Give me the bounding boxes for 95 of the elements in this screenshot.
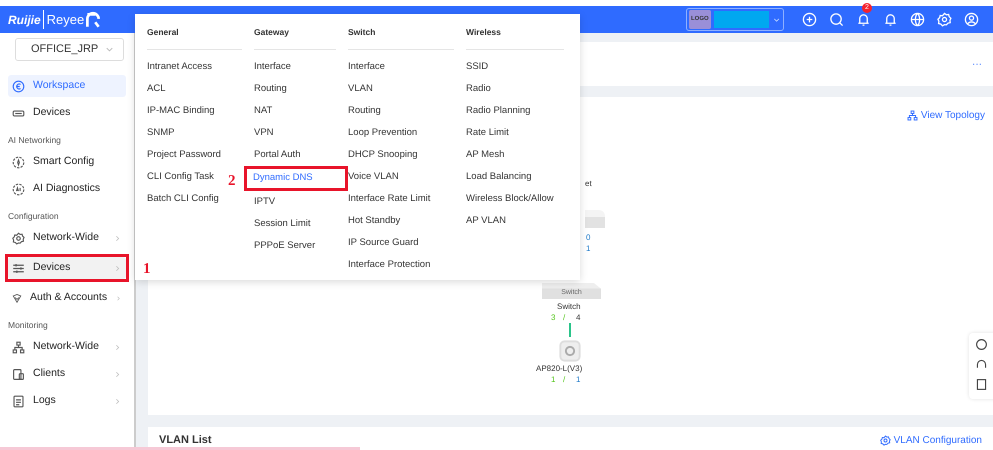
menu-item[interactable]: Interface bbox=[254, 56, 291, 78]
search-icon[interactable] bbox=[829, 12, 844, 27]
logo-name-fill bbox=[714, 11, 769, 28]
port-count: 1 bbox=[551, 374, 556, 386]
device-name: AP820-L(V3) bbox=[536, 363, 582, 375]
brand-logo: Ruijie bbox=[8, 12, 41, 28]
sidebar-item[interactable]: Clients bbox=[8, 363, 126, 385]
menu-item[interactable]: Rate Limit bbox=[466, 122, 509, 144]
menu-item[interactable]: Routing bbox=[348, 100, 381, 122]
bell-icon[interactable] bbox=[883, 12, 898, 27]
sidebar-item[interactable]: Devices bbox=[8, 257, 126, 279]
menu-item[interactable]: Portal Auth bbox=[254, 144, 300, 166]
column-heading: Wireless bbox=[466, 26, 564, 50]
user-icon[interactable] bbox=[964, 12, 979, 27]
menu-item[interactable]: IPTV bbox=[254, 190, 276, 213]
section-label: Configuration bbox=[8, 210, 60, 223]
section-title: VLAN List bbox=[159, 432, 212, 448]
menu-item[interactable]: NAT bbox=[254, 100, 272, 122]
section-label: Monitoring bbox=[8, 318, 49, 332]
menu-item[interactable]: Interface bbox=[348, 56, 385, 78]
annotation-number: 2 bbox=[228, 172, 236, 191]
menu-item[interactable]: Intranet Access bbox=[147, 56, 212, 78]
annotation-number: 1 bbox=[143, 260, 150, 279]
view-topology-link[interactable]: View Topology bbox=[907, 108, 985, 123]
sidebar-item[interactable]: AI Diagnostics bbox=[8, 178, 126, 200]
count-separator: / bbox=[563, 374, 566, 386]
menu-item[interactable]: Interface Protection bbox=[348, 254, 430, 276]
menu-item[interactable]: IP Source Guard bbox=[348, 232, 419, 254]
menu-item[interactable]: Project Password bbox=[147, 144, 221, 166]
project-name: OFFICE_JRP bbox=[31, 42, 98, 58]
menu-item[interactable]: Hot Standby bbox=[348, 210, 400, 232]
sidebar-item[interactable]: Auth & Accounts bbox=[8, 287, 126, 309]
menu-item[interactable]: Radio Planning bbox=[466, 100, 530, 122]
column-heading: Gateway bbox=[254, 26, 336, 50]
menu-item[interactable]: Routing bbox=[254, 78, 287, 100]
access-point-icon bbox=[559, 340, 581, 362]
menu-item[interactable]: Batch CLI Config bbox=[147, 188, 219, 210]
menu-item[interactable]: VLAN bbox=[348, 78, 373, 100]
menu-item[interactable]: Interface Rate Limit bbox=[348, 188, 430, 210]
menu-item[interactable]: VPN bbox=[254, 122, 274, 144]
settings-icon bbox=[880, 434, 891, 446]
menu-item[interactable]: ACL bbox=[147, 78, 166, 100]
port-count: 1 bbox=[576, 374, 580, 386]
menu-item[interactable]: SNMP bbox=[147, 122, 174, 144]
port-count: 1 bbox=[586, 243, 590, 255]
shield-icon bbox=[12, 292, 22, 304]
menu-item[interactable]: Radio bbox=[466, 78, 491, 100]
brand-logo: Reyee bbox=[42, 10, 84, 30]
device-label: et bbox=[585, 178, 592, 190]
menu-item[interactable]: Load Balancing bbox=[466, 166, 532, 188]
logs-icon bbox=[12, 394, 25, 408]
add-icon[interactable] bbox=[802, 12, 817, 27]
device-icon bbox=[585, 210, 605, 228]
link-line bbox=[569, 323, 571, 337]
settings-icon[interactable] bbox=[937, 12, 952, 27]
menu-item[interactable]: Voice VLAN bbox=[348, 166, 399, 188]
sidebar-item[interactable]: Network-Wide bbox=[8, 227, 126, 249]
bell-icon[interactable] bbox=[856, 12, 871, 27]
device-name: Switch bbox=[557, 301, 581, 313]
sidebar-item[interactable]: Workspace bbox=[8, 75, 126, 97]
menu-item[interactable]: Wireless Block/Allow bbox=[466, 188, 554, 210]
port-count: 4 bbox=[576, 312, 580, 324]
r-logo-icon bbox=[84, 10, 102, 28]
workspace-icon bbox=[12, 80, 25, 92]
project-select[interactable]: OFFICE_JRP bbox=[15, 38, 124, 61]
clients-icon bbox=[12, 368, 25, 380]
topology-icon bbox=[12, 340, 25, 354]
more-button[interactable]: ··· bbox=[972, 56, 982, 72]
port-count: 3 bbox=[551, 312, 556, 324]
menu-item[interactable]: IP-MAC Binding bbox=[147, 100, 215, 122]
sidebar-item[interactable]: Devices bbox=[8, 102, 126, 124]
menu-item[interactable]: PPPoE Server bbox=[254, 234, 316, 257]
menu-item[interactable]: SSID bbox=[466, 56, 488, 78]
menu-item[interactable]: Loop Prevention bbox=[348, 122, 418, 144]
vlan-configuration-link[interactable]: VLAN Configuration bbox=[880, 432, 982, 448]
menu-item[interactable]: Session Limit bbox=[254, 212, 310, 235]
sidebar-item[interactable]: Smart Config bbox=[8, 151, 126, 173]
port-count: 0 bbox=[586, 232, 590, 244]
menu-item[interactable]: AP Mesh bbox=[466, 144, 504, 166]
count-separator: / bbox=[563, 312, 566, 324]
settings-icon bbox=[12, 232, 25, 244]
ai-icon bbox=[12, 182, 25, 196]
column-heading: General bbox=[147, 26, 242, 50]
section-label: AI Networking bbox=[8, 134, 62, 147]
topology-icon bbox=[907, 110, 918, 121]
sidebar-item[interactable]: Logs bbox=[8, 390, 126, 412]
sliders-icon bbox=[12, 262, 25, 274]
menu-item[interactable]: CLI Config Task bbox=[147, 166, 214, 188]
chevron-right-icon bbox=[115, 294, 122, 302]
menu-item[interactable]: DHCP Snooping bbox=[348, 144, 418, 166]
menu-item[interactable]: Dynamic DNS bbox=[244, 166, 348, 191]
sidebar-item[interactable]: Network-Wide bbox=[8, 336, 126, 358]
menu-item[interactable]: AP VLAN bbox=[466, 210, 506, 232]
globe-icon[interactable] bbox=[910, 12, 925, 27]
column-heading: Switch bbox=[348, 26, 454, 50]
